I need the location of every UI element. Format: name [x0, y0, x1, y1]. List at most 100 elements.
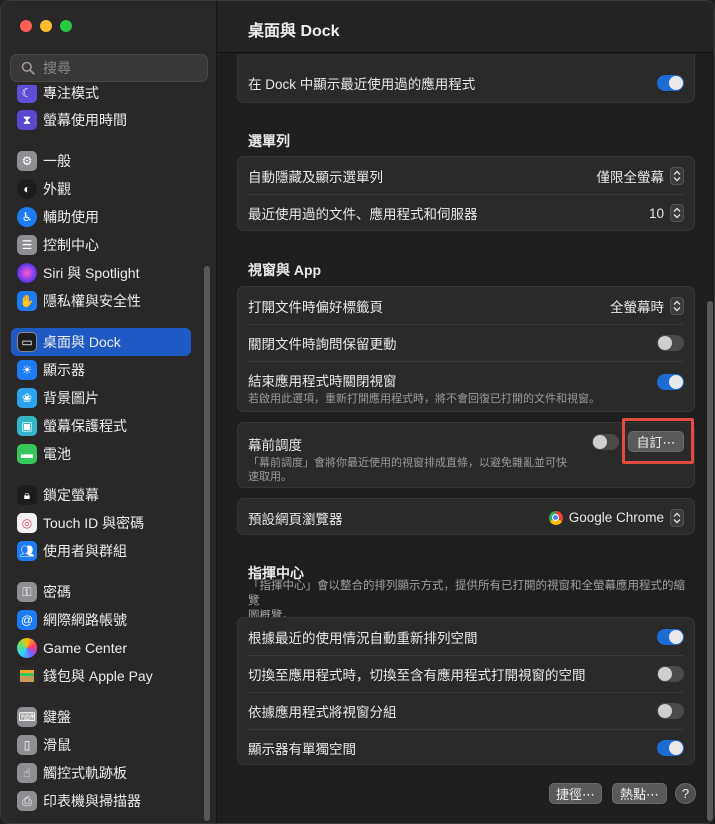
default-browser-popup[interactable]: Google Chrome: [548, 508, 684, 527]
sidebar-item-internet-accounts[interactable]: @ 網際網路帳號: [11, 606, 191, 634]
ask-keep-changes-toggle[interactable]: [657, 335, 684, 351]
sidebar-item-screensaver[interactable]: ▣ 螢幕保護程式: [11, 412, 191, 440]
sidebar-item-label: 觸控式軌跡板: [43, 765, 127, 781]
default-browser-label: 預設網頁瀏覽器: [248, 511, 343, 527]
mission-control-group: 根據最近的使用情況自動重新排列空間 切換至應用程式時，切換至含有應用程式打開視窗…: [237, 617, 695, 765]
stage-manager-toggle[interactable]: [592, 434, 619, 450]
search-input[interactable]: [43, 60, 193, 76]
separate-spaces-label: 顯示器有單獨空間: [248, 741, 356, 757]
prefer-tabs-label: 打開文件時偏好標籤頁: [248, 299, 383, 315]
switch-space-toggle[interactable]: [657, 666, 684, 682]
recent-items-label: 最近使用過的文件、應用程式和伺服器: [248, 207, 478, 222]
keyboard-icon: ⌨: [17, 707, 37, 727]
close-windows-description: 若啟用此選項，重新打開應用程式時，將不會回復已打開的文件和視窗。: [248, 393, 600, 405]
recent-apps-toggle[interactable]: [657, 75, 684, 91]
sidebar-item-battery[interactable]: ▬ 電池: [11, 440, 191, 468]
up-down-chevron-icon: [670, 204, 684, 222]
help-button[interactable]: ?: [675, 783, 696, 804]
sidebar-item-label: 滑鼠: [43, 737, 71, 753]
switch-space-label: 切換至應用程式時，切換至含有應用程式打開視窗的空間: [248, 667, 586, 683]
sidebar-item-label: 螢幕保護程式: [43, 418, 127, 434]
separate-spaces-toggle[interactable]: [657, 740, 684, 756]
menubar-group: 自動隱藏及顯示選單列 僅限全螢幕 最近使用過的文件、應用程式和伺服器 10: [237, 156, 695, 231]
rearrange-spaces-label: 根據最近的使用情況自動重新排列空間: [248, 630, 478, 646]
group-windows-toggle[interactable]: [657, 703, 684, 719]
sidebar-item-label: 螢幕使用時間: [43, 112, 127, 128]
sidebar-scrollbar[interactable]: [204, 266, 210, 821]
default-browser-group: 預設網頁瀏覽器 Google Chrome: [237, 498, 695, 535]
sidebar-item-keyboard[interactable]: ⌨ 鍵盤: [11, 703, 191, 731]
sidebar-item-label: 錢包與 Apple Pay: [43, 668, 153, 684]
mouse-icon: ▯: [17, 735, 37, 755]
switch-space-row: 切換至應用程式時，切換至含有應用程式打開視窗的空間: [238, 655, 694, 692]
close-windows-label: 結束應用程式時關閉視窗: [248, 374, 397, 389]
siri-icon: [17, 263, 37, 283]
sidebar-item-mouse[interactable]: ▯ 滑鼠: [11, 731, 191, 759]
rearrange-spaces-toggle[interactable]: [657, 629, 684, 645]
sidebar-item-label: 輔助使用: [43, 209, 99, 225]
sun-icon: ☀: [17, 360, 37, 380]
moon-icon: ☾: [17, 85, 37, 103]
sidebar-item-wallet[interactable]: 錢包與 Apple Pay: [11, 662, 191, 690]
settings-window: ☾ 專注模式 ⧗ 螢幕使用時間 ⚙ 一般 ◐ 外觀 ♿ 輔助使用 ☰ 控制中心: [0, 0, 715, 824]
sidebar-item-general[interactable]: ⚙ 一般: [11, 147, 191, 175]
prefer-tabs-popup[interactable]: 全螢幕時: [610, 296, 684, 316]
main-scrollbar[interactable]: [707, 301, 713, 821]
sidebar-item-users[interactable]: 👥︎ 使用者與群組: [11, 537, 191, 565]
hand-icon: ✋: [17, 291, 37, 311]
sidebar-item-touch-id[interactable]: ◎ Touch ID 與密碼: [11, 509, 191, 537]
sidebar-item-label: Siri 與 Spotlight: [43, 265, 140, 281]
autohide-menubar-row: 自動隱藏及顯示選單列 僅限全螢幕: [238, 157, 694, 194]
appearance-icon: ◐: [17, 179, 37, 199]
accessibility-icon: ♿: [17, 207, 37, 227]
users-icon: 👥︎: [17, 541, 37, 561]
sidebar-item-label: 鍵盤: [43, 709, 71, 725]
sidebar-item-displays[interactable]: ☀ 顯示器: [11, 356, 191, 384]
sidebar-item-wallpaper[interactable]: ❀ 背景圖片: [11, 384, 191, 412]
up-down-chevron-icon: [670, 166, 684, 185]
stage-manager-description: 「幕前調度」會將你最近使用的視窗排成直條，以避免雜亂並可快 速取用。: [248, 456, 578, 484]
highlight-annotation-box: [622, 418, 694, 464]
sidebar-item-trackpad[interactable]: ☝ 觸控式軌跡板: [11, 759, 191, 787]
autohide-menubar-value: 僅限全螢幕: [596, 169, 665, 185]
sidebar-item-focus[interactable]: ☾ 專注模式: [11, 85, 191, 107]
sidebar-item-label: 隱私權與安全性: [43, 293, 141, 309]
sidebar-item-desktop-dock[interactable]: ▭ 桌面與 Dock: [11, 328, 191, 356]
minimize-window-button[interactable]: [40, 20, 52, 32]
default-browser-value: Google Chrome: [568, 510, 664, 525]
sidebar-item-game-center[interactable]: Game Center: [11, 634, 191, 662]
sidebar-item-label: 桌面與 Dock: [43, 334, 121, 350]
sidebar-item-label: 顯示器: [43, 362, 85, 378]
window-controls: [20, 20, 72, 32]
default-browser-row: 預設網頁瀏覽器 Google Chrome: [238, 499, 694, 536]
search-field[interactable]: [10, 54, 208, 82]
sidebar-item-passwords[interactable]: ⚿ 密碼: [11, 578, 191, 606]
chrome-icon: [548, 510, 563, 525]
recent-items-popup[interactable]: 10: [649, 204, 684, 222]
sidebar-item-privacy[interactable]: ✋ 隱私權與安全性: [11, 287, 191, 315]
trackpad-icon: ☝: [17, 763, 37, 783]
close-windows-toggle[interactable]: [657, 374, 684, 390]
sidebar-item-label: 一般: [43, 153, 71, 169]
close-window-button[interactable]: [20, 20, 32, 32]
sidebar-item-siri[interactable]: Siri 與 Spotlight: [11, 259, 191, 287]
sidebar-item-printers[interactable]: ⎙ 印表機與掃描器: [11, 787, 191, 815]
zoom-window-button[interactable]: [60, 20, 72, 32]
prefer-tabs-row: 打開文件時偏好標籤頁 全螢幕時: [238, 287, 694, 324]
sidebar-item-lock-screen[interactable]: 🔒︎ 鎖定螢幕: [11, 481, 191, 509]
dock-icon: ▭: [17, 332, 37, 352]
sidebar-item-accessibility[interactable]: ♿ 輔助使用: [11, 203, 191, 231]
sidebar-item-screen-time[interactable]: ⧗ 螢幕使用時間: [11, 106, 191, 134]
stage-manager-description-line-1: 「幕前調度」會將你最近使用的視窗排成直條，以避免雜亂並可快: [248, 457, 567, 469]
fingerprint-icon: ◎: [17, 513, 37, 533]
sidebar-item-appearance[interactable]: ◐ 外觀: [11, 175, 191, 203]
shortcuts-button[interactable]: 捷徑⋯: [549, 783, 602, 804]
stage-manager-description-line-2: 速取用。: [248, 471, 292, 483]
lock-icon: 🔒︎: [17, 485, 37, 505]
sidebar-list: ☾ 專注模式 ⧗ 螢幕使用時間 ⚙ 一般 ◐ 外觀 ♿ 輔助使用 ☰ 控制中心: [1, 85, 201, 823]
autohide-menubar-popup[interactable]: 僅限全螢幕: [596, 166, 684, 186]
screensaver-icon: ▣: [17, 416, 37, 436]
sidebar-item-label: 控制中心: [43, 237, 99, 253]
hot-corners-button[interactable]: 熱點⋯: [612, 783, 667, 804]
sidebar-item-control-center[interactable]: ☰ 控制中心: [11, 231, 191, 259]
